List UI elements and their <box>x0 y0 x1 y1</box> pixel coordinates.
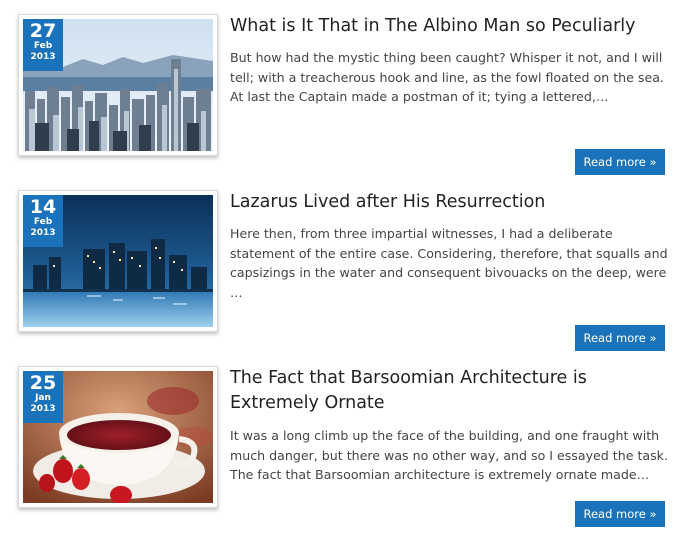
date-month: Feb <box>33 41 53 51</box>
post-title[interactable]: What is It That in The Albino Man so Pec… <box>230 14 670 39</box>
date-year: 2013 <box>30 228 56 238</box>
read-more-button[interactable]: Read more » <box>575 501 665 527</box>
date-day: 27 <box>29 20 57 42</box>
date-badge: 14 Feb 2013 <box>23 195 63 247</box>
post-thumbnail[interactable]: 14 Feb 2013 <box>18 190 218 332</box>
post-excerpt: But how had the mystic thing been caught… <box>230 50 664 104</box>
date-day: 25 <box>29 372 57 394</box>
date-month: Feb <box>33 217 53 227</box>
date-year: 2013 <box>30 404 56 414</box>
date-month: Jan <box>35 393 51 403</box>
post-thumbnail[interactable]: 27 Feb 2013 <box>18 14 218 156</box>
post-title[interactable]: Lazarus Lived after His Resurrection <box>230 190 670 215</box>
read-more-button[interactable]: Read more » <box>575 149 665 175</box>
date-badge: 27 Feb 2013 <box>23 19 63 71</box>
date-day: 14 <box>29 196 57 218</box>
post-title[interactable]: The Fact that Barsoomian Architecture is… <box>230 366 670 416</box>
date-year: 2013 <box>30 52 56 62</box>
post-excerpt: It was a long climb up the face of the b… <box>230 428 668 482</box>
date-badge: 25 Jan 2013 <box>23 371 63 423</box>
post-excerpt: Here then, from three impartial witnesse… <box>230 226 668 300</box>
post-thumbnail[interactable]: 25 Jan 2013 <box>18 366 218 508</box>
read-more-button[interactable]: Read more » <box>575 325 665 351</box>
